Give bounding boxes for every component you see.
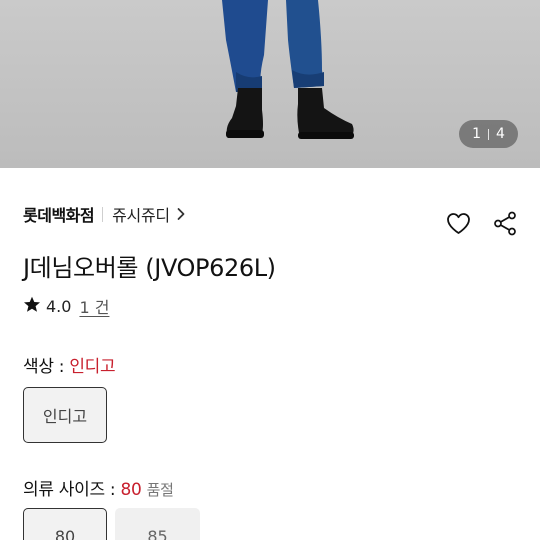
product-photo (0, 0, 540, 168)
heart-icon[interactable] (446, 211, 471, 236)
image-counter-current: 1 (472, 126, 481, 142)
size-option-label: 의류 사이즈 : 80 품절 (23, 475, 174, 500)
image-counter-separator (488, 128, 489, 140)
share-icon[interactable] (492, 211, 517, 236)
image-counter: 1 4 (459, 120, 518, 148)
review-count-link[interactable]: 1 건 (79, 294, 109, 318)
chevron-right-icon[interactable] (176, 207, 186, 221)
breadcrumb-divider (102, 206, 104, 222)
size-option-status: 품절 (146, 481, 174, 499)
rating-summary: 4.0 1 건 (23, 294, 109, 318)
product-image-gallery[interactable]: 1 4 (0, 0, 540, 168)
color-option-label: 색상 : 인디고 (23, 352, 116, 377)
product-title: J데님오버롤 (JVOP626L) (23, 254, 276, 282)
size-option-title: 의류 사이즈 : (23, 480, 121, 500)
image-counter-total: 4 (496, 126, 505, 142)
breadcrumb: 롯데백화점 쥬시쥬디 (23, 202, 186, 226)
size-option-value: 80 (120, 480, 142, 500)
brand-link[interactable]: 쥬시쥬디 (112, 202, 170, 226)
star-icon (23, 296, 41, 317)
size-chip-80[interactable]: 80 (23, 508, 107, 540)
store-name: 롯데백화점 (23, 206, 95, 225)
color-option-title: 색상 : (23, 357, 70, 377)
size-chip-85[interactable]: 85 (115, 508, 200, 540)
product-actions (446, 211, 517, 236)
color-option-value: 인디고 (69, 357, 116, 377)
color-chip-indigo[interactable]: 인디고 (23, 387, 107, 443)
rating-score: 4.0 (46, 296, 72, 316)
